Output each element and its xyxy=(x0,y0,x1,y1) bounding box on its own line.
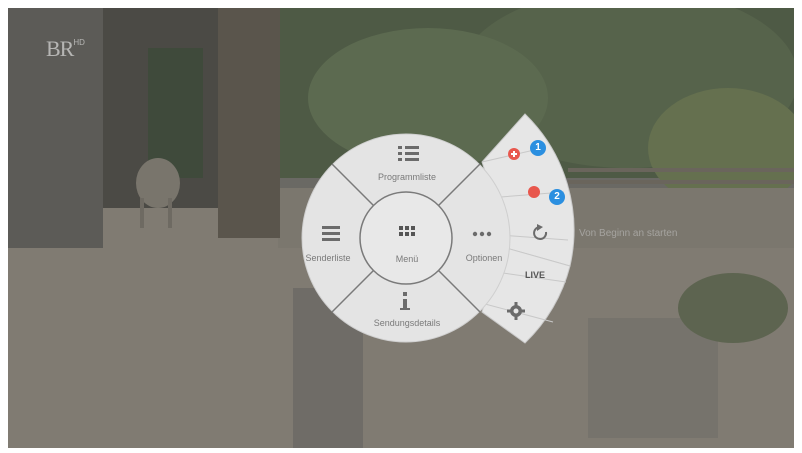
tv-screen: BRHD Von Beginn an starten Programmliste… xyxy=(8,8,794,448)
hamburger-icon xyxy=(322,226,340,241)
settings-button[interactable] xyxy=(498,296,538,328)
programmliste-label[interactable]: Programmliste xyxy=(347,172,467,182)
badge-2: 2 xyxy=(549,189,565,205)
optionen-label[interactable]: Optionen xyxy=(444,253,524,263)
sendungsdetails-label[interactable]: Sendungsdetails xyxy=(347,318,467,328)
center-button-ring xyxy=(359,191,453,285)
radial-menu xyxy=(301,113,575,344)
more-dots-icon xyxy=(472,231,492,237)
list-icon xyxy=(398,146,419,161)
badge-1: 1 xyxy=(530,140,546,156)
live-button[interactable]: LIVE xyxy=(525,270,545,280)
restart-button[interactable] xyxy=(523,214,569,250)
